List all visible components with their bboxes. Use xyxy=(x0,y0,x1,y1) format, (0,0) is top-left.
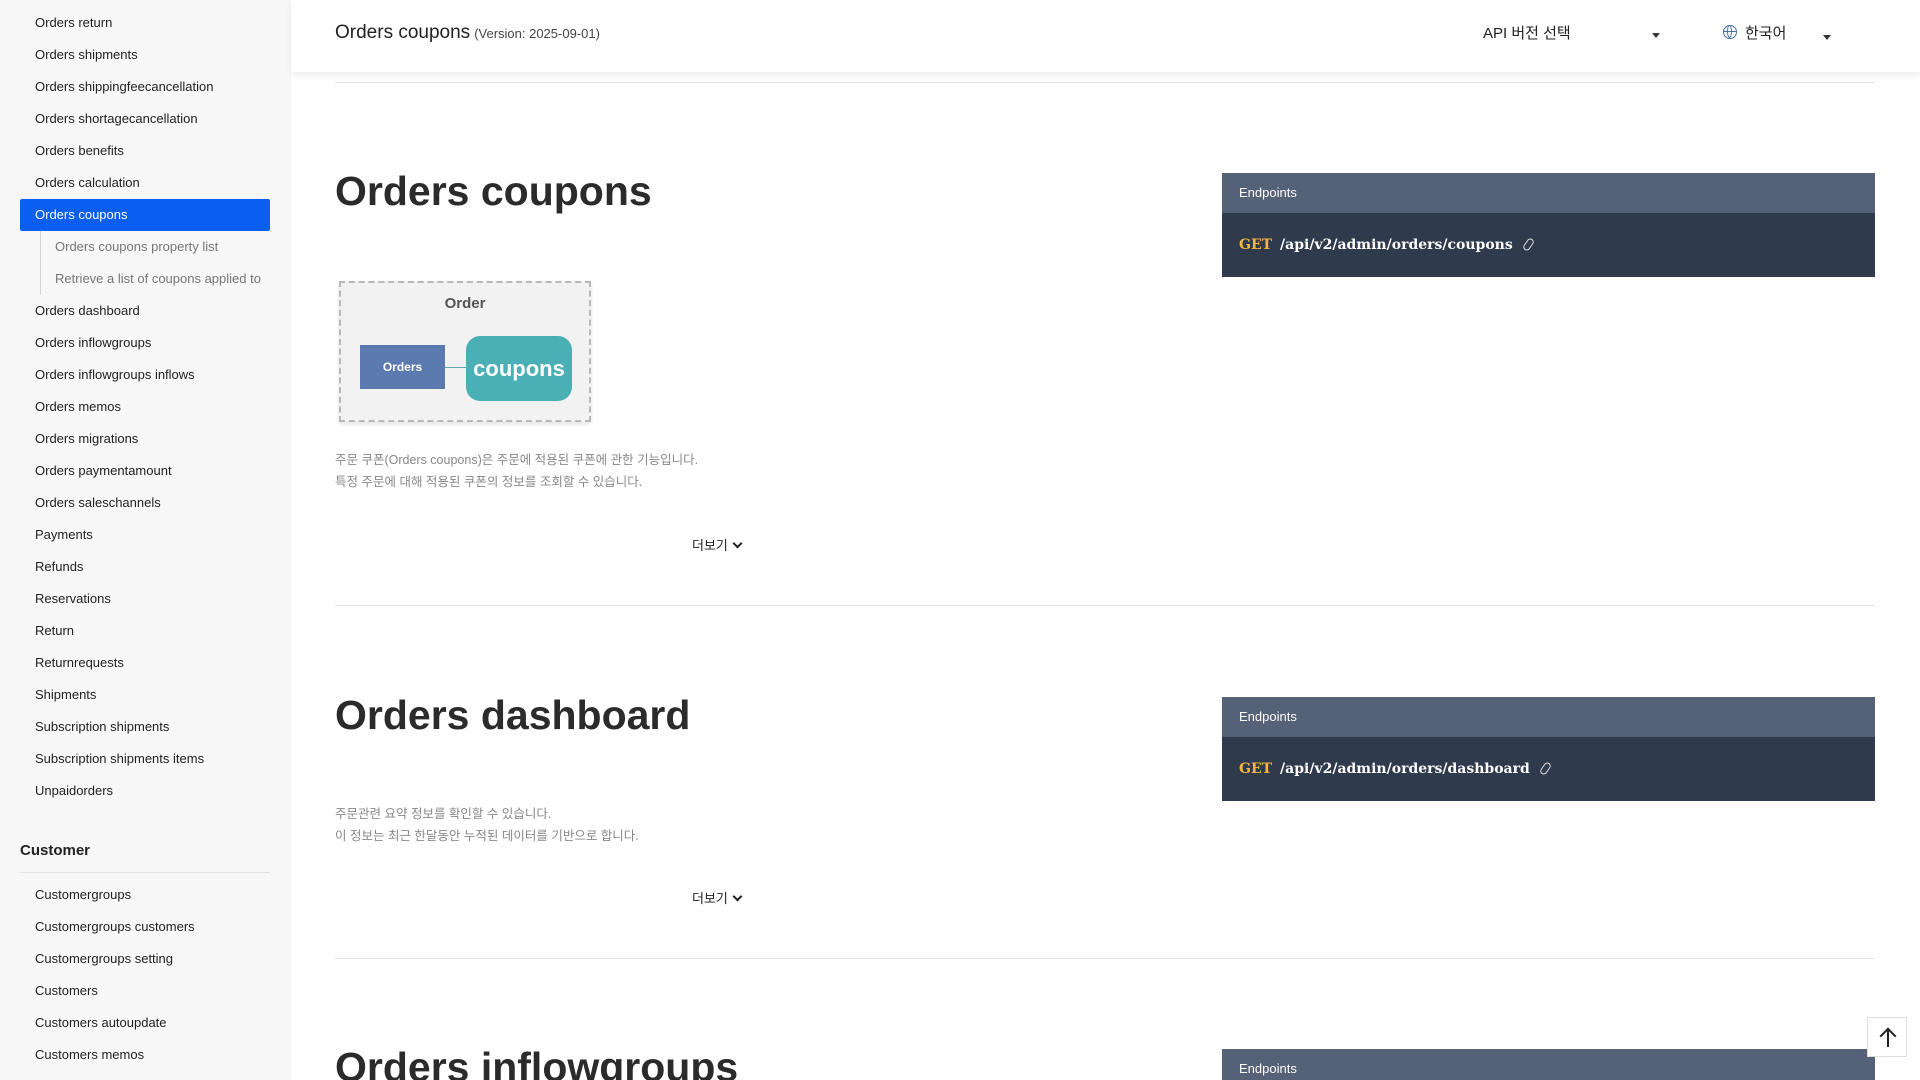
http-method: GET xyxy=(1239,761,1273,777)
endpoints-header: Endpoints xyxy=(1222,173,1875,213)
sidebar-item-orders-migrations[interactable]: Orders migrations xyxy=(20,423,270,455)
divider xyxy=(335,82,1875,83)
sidebar-item-refunds[interactable]: Refunds xyxy=(20,551,270,583)
more-label: 더보기 xyxy=(692,538,728,553)
diagram-connector xyxy=(445,367,466,368)
globe-icon xyxy=(1723,25,1737,39)
more-label: 더보기 xyxy=(692,891,728,906)
link-icon[interactable] xyxy=(1521,237,1535,252)
endpoints-panel: Endpoints xyxy=(1222,1049,1875,1080)
caret-down-icon xyxy=(1652,33,1660,38)
sidebar-item-subscription-shipments-items[interactable]: Subscription shipments items xyxy=(20,743,270,775)
description-line: 특정 주문에 대해 적용된 쿠폰의 정보를 조회할 수 있습니다. xyxy=(335,475,643,489)
diagram-coupons-box: coupons xyxy=(466,336,572,401)
page-title: Orders coupons (Version: 2025-09-01) xyxy=(335,22,600,44)
sidebar: Orders return Orders shipments Orders sh… xyxy=(0,0,291,1080)
arrow-up-icon-head xyxy=(1879,1027,1897,1045)
divider xyxy=(335,605,1875,606)
description-line: 이 정보는 최근 한달동안 누적된 데이터를 기반으로 합니다. xyxy=(335,829,639,843)
endpoints-header: Endpoints xyxy=(1222,1049,1875,1080)
endpoint-path: /api/v2/admin/orders/coupons xyxy=(1280,237,1513,253)
endpoint-row[interactable]: GET/api/v2/admin/orders/coupons xyxy=(1222,213,1875,277)
endpoints-panel: Endpoints GET/api/v2/admin/orders/dashbo… xyxy=(1222,697,1875,801)
sidebar-item-orders-shipments[interactable]: Orders shipments xyxy=(20,39,270,71)
endpoint-path: /api/v2/admin/orders/dashboard xyxy=(1280,761,1530,777)
chevron-down-icon xyxy=(732,538,743,549)
sidebar-section-customer: Customer Customergroups Customergroups c… xyxy=(20,829,270,1071)
chevron-down-icon xyxy=(732,891,743,902)
endpoints-panel: Endpoints GET/api/v2/admin/orders/coupon… xyxy=(1222,173,1875,277)
sidebar-item-orders-return[interactable]: Orders return xyxy=(20,7,270,39)
http-method: GET xyxy=(1239,237,1273,253)
section-title-orders-coupons: Orders coupons xyxy=(335,168,652,214)
caret-down-icon xyxy=(1823,35,1831,40)
sidebar-subnav: Orders coupons property list Retrieve a … xyxy=(40,231,270,295)
description-line: 주문관련 요약 정보를 확인할 수 있습니다. xyxy=(335,807,552,821)
sidebar-item-return[interactable]: Return xyxy=(20,615,270,647)
sidebar-item-orders-inflowgroups[interactable]: Orders inflowgroups xyxy=(20,327,270,359)
endpoint-row[interactable]: GET/api/v2/admin/orders/dashboard xyxy=(1222,737,1875,801)
diagram-orders-box: Orders xyxy=(360,345,445,389)
section-description: 주문 쿠폰(Orders coupons)은 주문에 적용된 쿠폰에 관한 기능… xyxy=(335,449,698,493)
section-description: 주문관련 요약 정보를 확인할 수 있습니다. 이 정보는 최근 한달동안 누적… xyxy=(335,803,639,847)
page-title-text: Orders coupons xyxy=(335,22,471,43)
sidebar-item-returnrequests[interactable]: Returnrequests xyxy=(20,647,270,679)
sidebar-item-subscription-shipments[interactable]: Subscription shipments xyxy=(20,711,270,743)
sidebar-item-customers-autoupdate[interactable]: Customers autoupdate xyxy=(20,1007,270,1039)
scroll-to-top-button[interactable] xyxy=(1867,1017,1907,1057)
api-version-label: API 버전 선택 xyxy=(1483,25,1571,42)
endpoints-header: Endpoints xyxy=(1222,697,1875,737)
sidebar-item-reservations[interactable]: Reservations xyxy=(20,583,270,615)
diagram-title: Order xyxy=(444,295,486,312)
sidebar-item-unpaidorders[interactable]: Unpaidorders xyxy=(20,775,270,807)
sidebar-subitem-retrieve-coupons[interactable]: Retrieve a list of coupons applied to xyxy=(41,263,270,295)
sidebar-item-orders-inflowgroups-inflows[interactable]: Orders inflowgroups inflows xyxy=(20,359,270,391)
main-content: Orders coupons Order Orders coupons 주문 쿠… xyxy=(291,0,1920,1080)
more-button[interactable]: 더보기 xyxy=(692,535,743,554)
api-version-select[interactable]: API 버전 선택 xyxy=(1483,22,1663,50)
entity-diagram: Order Orders coupons xyxy=(339,281,591,422)
divider xyxy=(335,958,1875,959)
sidebar-item-customers-memos[interactable]: Customers memos xyxy=(20,1039,270,1071)
language-label: 한국어 xyxy=(1745,25,1787,42)
version-label: (Version: 2025-09-01) xyxy=(474,26,600,41)
top-header: Orders coupons (Version: 2025-09-01) API … xyxy=(291,0,1920,72)
sidebar-item-orders-calculation[interactable]: Orders calculation xyxy=(20,167,270,199)
language-select[interactable]: 한국어 xyxy=(1723,22,1843,50)
sidebar-item-orders-shippingfeecancellation[interactable]: Orders shippingfeecancellation xyxy=(20,71,270,103)
sidebar-item-orders-dashboard[interactable]: Orders dashboard xyxy=(20,295,270,327)
sidebar-item-orders-saleschannels[interactable]: Orders saleschannels xyxy=(20,487,270,519)
sidebar-nav: Orders return Orders shipments Orders sh… xyxy=(20,7,270,807)
sidebar-section-title: Customer xyxy=(20,829,270,873)
sidebar-item-orders-shortagecancellation[interactable]: Orders shortagecancellation xyxy=(20,103,270,135)
sidebar-item-customergroups[interactable]: Customergroups xyxy=(20,879,270,911)
link-icon[interactable] xyxy=(1538,761,1552,776)
section-title-orders-dashboard: Orders dashboard xyxy=(335,692,691,738)
sidebar-item-orders-paymentamount[interactable]: Orders paymentamount xyxy=(20,455,270,487)
more-button[interactable]: 더보기 xyxy=(692,888,743,907)
sidebar-item-shipments[interactable]: Shipments xyxy=(20,679,270,711)
sidebar-item-orders-benefits[interactable]: Orders benefits xyxy=(20,135,270,167)
sidebar-item-orders-memos[interactable]: Orders memos xyxy=(20,391,270,423)
sidebar-item-customergroups-setting[interactable]: Customergroups setting xyxy=(20,943,270,975)
sidebar-subitem-property-list[interactable]: Orders coupons property list xyxy=(41,231,270,263)
sidebar-item-payments[interactable]: Payments xyxy=(20,519,270,551)
section-title-orders-inflowgroups: Orders inflowgroups xyxy=(335,1044,739,1080)
sidebar-item-customergroups-customers[interactable]: Customergroups customers xyxy=(20,911,270,943)
description-line: 주문 쿠폰(Orders coupons)은 주문에 적용된 쿠폰에 관한 기능… xyxy=(335,453,699,467)
sidebar-item-customers[interactable]: Customers xyxy=(20,975,270,1007)
sidebar-item-orders-coupons[interactable]: Orders coupons xyxy=(20,199,270,231)
